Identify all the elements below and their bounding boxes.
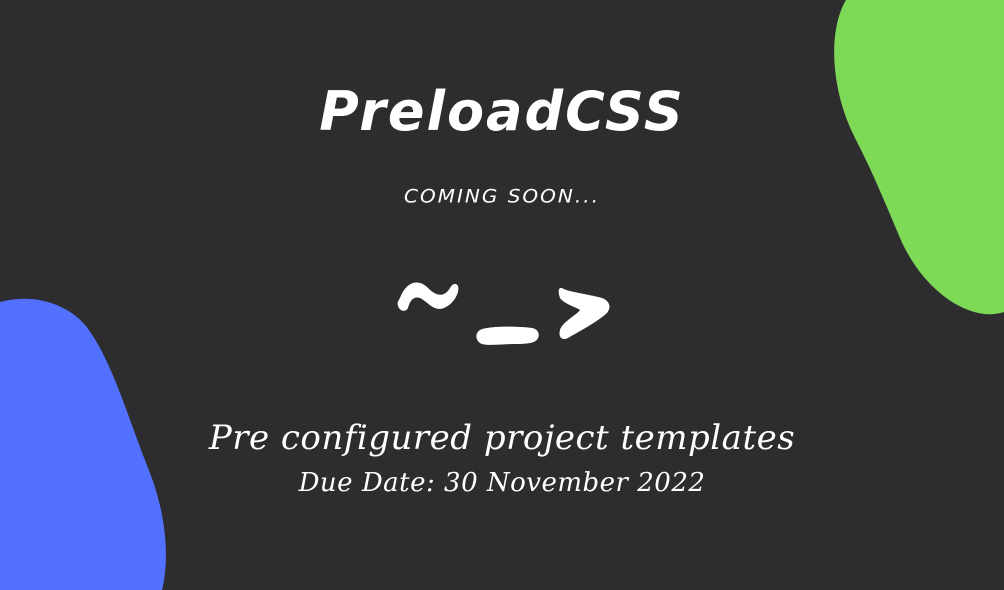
main-content: PreloadCSS COMING SOON... Pre configured… (0, 0, 1004, 590)
due-date-text: Due Date: 30 November 2022 (298, 468, 706, 498)
page-title: PreloadCSS (319, 80, 685, 143)
coming-soon-page: PreloadCSS COMING SOON... Pre configured… (0, 0, 1004, 590)
coming-soon-text: COMING SOON... (404, 184, 600, 208)
tagline-text: Pre configured project templates (208, 418, 796, 458)
tilde-underscore-chevron-icon (397, 282, 610, 345)
